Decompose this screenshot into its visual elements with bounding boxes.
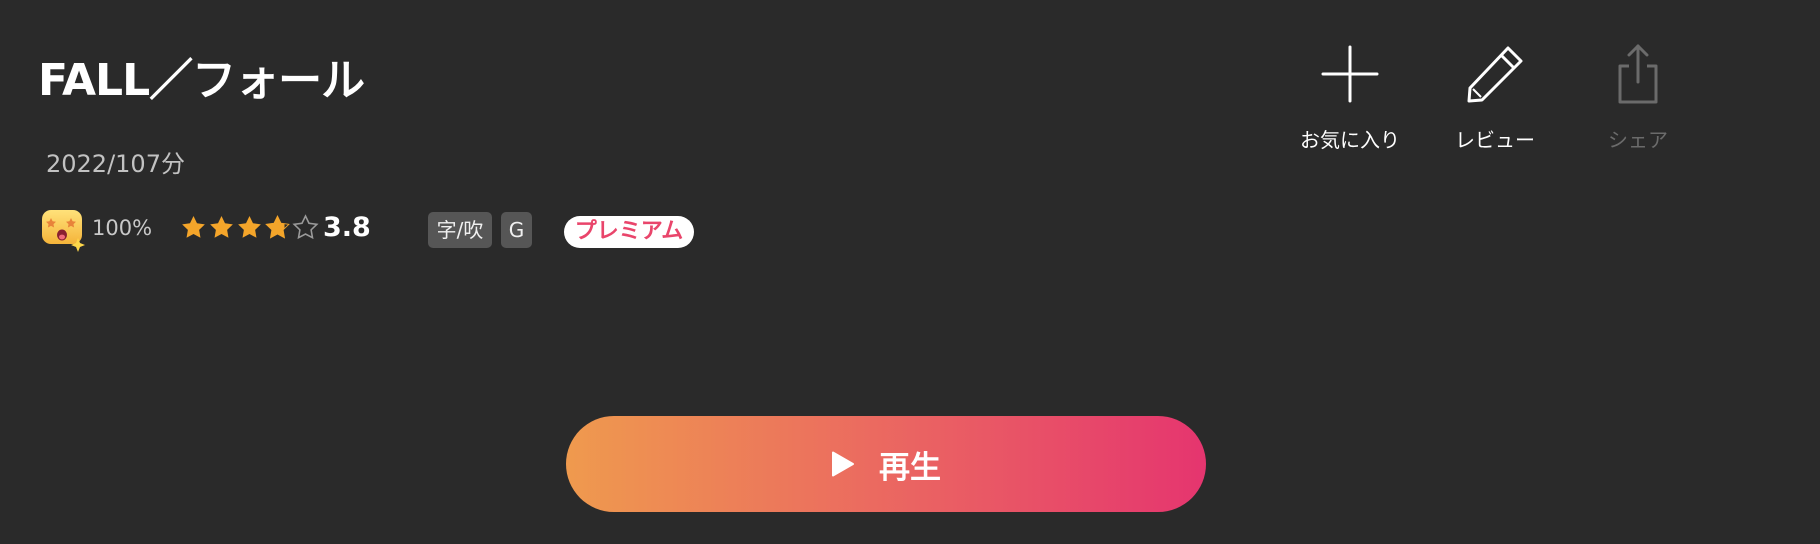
star-full-icon: [182, 216, 205, 238]
star-full-icon: [238, 216, 261, 238]
star-rating: [180, 214, 319, 241]
release-year-duration: 2022/107分: [46, 150, 185, 178]
title-detail-page: FALL／フォール 2022/107分 100% 3.8 字/吹 G プレミアム…: [0, 0, 1820, 544]
play-label: 再生: [879, 449, 941, 486]
play-button[interactable]: 再生: [566, 416, 1206, 512]
favorite-label: お気に入り: [1300, 128, 1400, 152]
star-full-icon: [210, 216, 233, 238]
play-icon: [832, 451, 854, 477]
star-empty-icon: [292, 214, 319, 240]
favorite-button[interactable]: お気に入り: [1285, 44, 1415, 164]
subtitle-dub-tag: 字/吹: [428, 212, 492, 248]
share-label: シェア: [1608, 128, 1668, 152]
pencil-icon: [1467, 46, 1523, 103]
plus-icon: [1321, 45, 1379, 103]
review-button[interactable]: レビュー: [1430, 44, 1560, 164]
page-title: FALL／フォール: [38, 55, 365, 106]
star-partial-icon: [265, 214, 290, 239]
share-button[interactable]: シェア: [1573, 44, 1703, 164]
favorite-percent: 100%: [92, 216, 153, 240]
premium-badge: プレミアム: [564, 216, 694, 248]
starstruck-emoji-icon: [42, 210, 85, 252]
review-label: レビュー: [1455, 128, 1535, 152]
share-icon: [1618, 44, 1658, 104]
rating-value: 3.8: [323, 212, 371, 243]
age-rating-tag: G: [501, 212, 532, 248]
